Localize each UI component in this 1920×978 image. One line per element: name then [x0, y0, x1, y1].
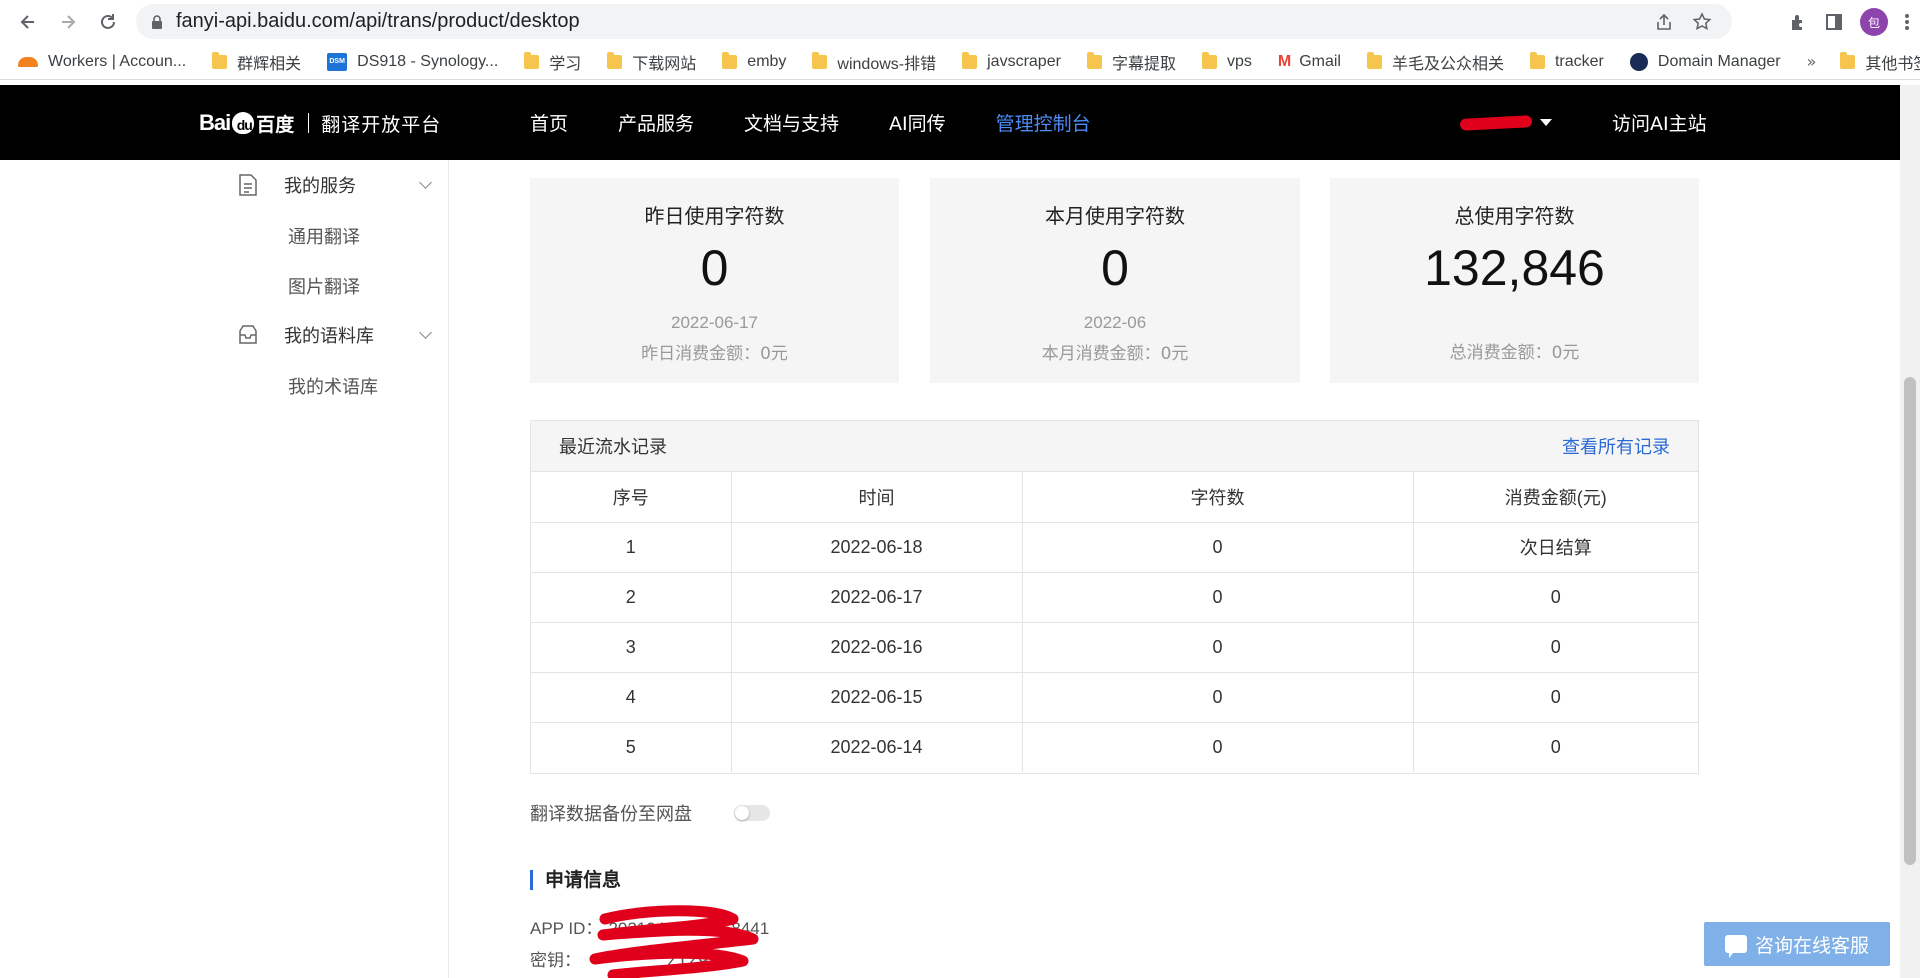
column-header: 消费金额(元) [1413, 472, 1698, 523]
address-bar[interactable]: fanyi-api.baidu.com/api/trans/product/de… [136, 4, 1732, 39]
extensions-icon[interactable] [1788, 12, 1808, 32]
sidebar-item-image-translation[interactable]: 图片翻译 [288, 273, 360, 299]
nav-home[interactable]: 首页 [530, 109, 568, 136]
table-row: 1 2022-06-18 0 次日结算 [531, 522, 1698, 573]
sidebar: 我的服务 通用翻译 图片翻译 我的语料库 我的术语库 [0, 160, 449, 978]
table-row: 3 2022-06-16 0 0 [531, 622, 1698, 673]
online-service-button[interactable]: 咨询在线客服 [1704, 922, 1890, 966]
forward-icon[interactable] [48, 2, 88, 42]
domain-manager-icon [1629, 52, 1648, 71]
bookmark-downloads[interactable]: 下载网站 [607, 50, 696, 74]
folder-icon [212, 51, 228, 69]
bookmark-emby[interactable]: emby [722, 51, 786, 71]
sidebar-group-my-services[interactable]: 我的服务 [238, 172, 438, 198]
share-icon[interactable] [1654, 12, 1674, 32]
chevron-down-icon [419, 176, 432, 189]
reload-icon[interactable] [88, 2, 128, 42]
lock-icon [152, 14, 162, 29]
stat-card-month: 本月使用字符数 0 2022-06 本月消费金额：0元 [930, 178, 1300, 383]
user-menu[interactable] [1459, 85, 1552, 160]
bookmark-vps[interactable]: vps [1201, 51, 1252, 71]
inbox-icon [239, 325, 257, 344]
main-nav: 首页 产品服务 文档与支持 AI同传 管理控制台 [530, 85, 1141, 160]
bookmark-tracker[interactable]: tracker [1529, 51, 1604, 71]
folder-icon [1840, 51, 1856, 69]
document-icon [239, 174, 257, 196]
folder-icon [1201, 51, 1217, 69]
folder-icon [812, 51, 828, 69]
chat-icon [1724, 935, 1747, 958]
bookmark-subtitles[interactable]: 字幕提取 [1086, 50, 1176, 74]
menu-dots-icon[interactable] [1904, 12, 1910, 32]
bookmark-domain-manager[interactable]: Domain Manager [1629, 52, 1781, 71]
backup-toggle[interactable] [734, 805, 770, 821]
bookmark-xuexi[interactable]: 学习 [524, 50, 581, 74]
bookmark-windows[interactable]: windows-排错 [812, 50, 936, 74]
column-header: 时间 [731, 472, 1023, 523]
column-header: 字符数 [1022, 472, 1414, 523]
table-row: 4 2022-06-15 0 0 [531, 672, 1698, 723]
folder-icon [722, 51, 738, 69]
baidu-logo[interactable]: Bai du 百度 翻译开放平台 [199, 101, 441, 145]
star-icon[interactable] [1692, 11, 1712, 32]
bookmarks-bar: Workers | Accoun... 群辉相关 DSM DS918 - Syno… [0, 44, 1920, 80]
visit-ai-link[interactable]: 访问AI主站 [1612, 85, 1707, 160]
stat-card-total: 总使用字符数 132,846 总消费金额：0元 [1330, 178, 1699, 383]
dsm-icon: DSM [327, 52, 348, 71]
nav-ai-interpretation[interactable]: AI同传 [889, 109, 946, 136]
logo-divider [308, 113, 310, 133]
bookmark-workers[interactable]: Workers | Accoun... [18, 53, 186, 71]
caret-down-icon [1540, 119, 1552, 126]
bookmark-gmail[interactable]: M Gmail [1278, 53, 1341, 71]
table-row: 5 2022-06-14 0 0 [531, 722, 1698, 772]
sidebar-item-general-translation[interactable]: 通用翻译 [288, 223, 360, 249]
nav-products[interactable]: 产品服务 [618, 109, 694, 136]
url-text: fanyi-api.baidu.com/api/trans/product/de… [176, 10, 580, 32]
folder-icon [524, 51, 540, 69]
scrollbar-thumb[interactable] [1904, 377, 1916, 865]
folder-icon [1366, 51, 1382, 69]
sidebar-item-terminology[interactable]: 我的术语库 [288, 373, 378, 399]
folder-icon [962, 51, 978, 69]
stat-value: 0 [700, 240, 729, 296]
table-header-row: 序号 时间 字符数 消费金额(元) [531, 472, 1698, 523]
nav-console[interactable]: 管理控制台 [996, 109, 1091, 136]
more-bookmarks-button[interactable]: » [1807, 52, 1817, 71]
profile-avatar[interactable]: 包 [1860, 8, 1888, 36]
app-info-title: 申请信息 [530, 870, 621, 890]
cloudflare-icon [18, 56, 38, 67]
sidebar-group-my-corpus[interactable]: 我的语料库 [238, 322, 438, 348]
recent-records-panel: 最近流水记录 查看所有记录 序号 时间 字符数 消费金额(元) 1 2022-06… [530, 420, 1699, 774]
back-icon[interactable] [8, 2, 48, 42]
bookmark-ds918[interactable]: DSM DS918 - Synology... [327, 52, 498, 71]
view-all-records-link[interactable]: 查看所有记录 [1562, 433, 1670, 459]
records-table: 序号 时间 字符数 消费金额(元) 1 2022-06-18 0 次日结算 2 2022… [531, 472, 1698, 772]
folder-icon [607, 51, 623, 69]
bookmark-qunhui[interactable]: 群辉相关 [212, 50, 301, 74]
chevron-down-icon [419, 326, 432, 339]
side-panel-icon[interactable] [1824, 12, 1844, 32]
stat-value: 0 [1101, 240, 1129, 296]
records-title: 最近流水记录 [559, 437, 667, 458]
folder-icon [1086, 51, 1102, 69]
gmail-icon: M [1277, 52, 1292, 70]
folder-icon [1529, 51, 1545, 69]
column-header: 序号 [531, 472, 732, 523]
bookmark-javscraper[interactable]: javscraper [962, 51, 1061, 71]
other-bookmarks[interactable]: 其他书签 [1840, 50, 1920, 74]
bookmark-yangmao[interactable]: 羊毛及公众相关 [1366, 50, 1504, 74]
platform-name: 翻译开放平台 [321, 113, 442, 136]
site-header: Bai du 百度 翻译开放平台 首页 产品服务 文档与支持 AI同传 管理控制… [0, 85, 1900, 160]
browser-toolbar: fanyi-api.baidu.com/api/trans/product/de… [0, 0, 1920, 44]
stat-value: 132,846 [1424, 240, 1605, 296]
backup-setting: 翻译数据备份至网盘 [530, 800, 770, 826]
table-row: 2 2022-06-17 0 0 [531, 572, 1698, 623]
redaction-scribble [589, 905, 759, 978]
page-scrollbar[interactable] [1900, 85, 1920, 978]
nav-docs[interactable]: 文档与支持 [744, 109, 839, 136]
stat-card-yesterday: 昨日使用字符数 0 2022-06-17 昨日消费金额：0元 [530, 178, 899, 383]
redacted-username [1459, 114, 1533, 131]
backup-label: 翻译数据备份至网盘 [530, 804, 692, 825]
